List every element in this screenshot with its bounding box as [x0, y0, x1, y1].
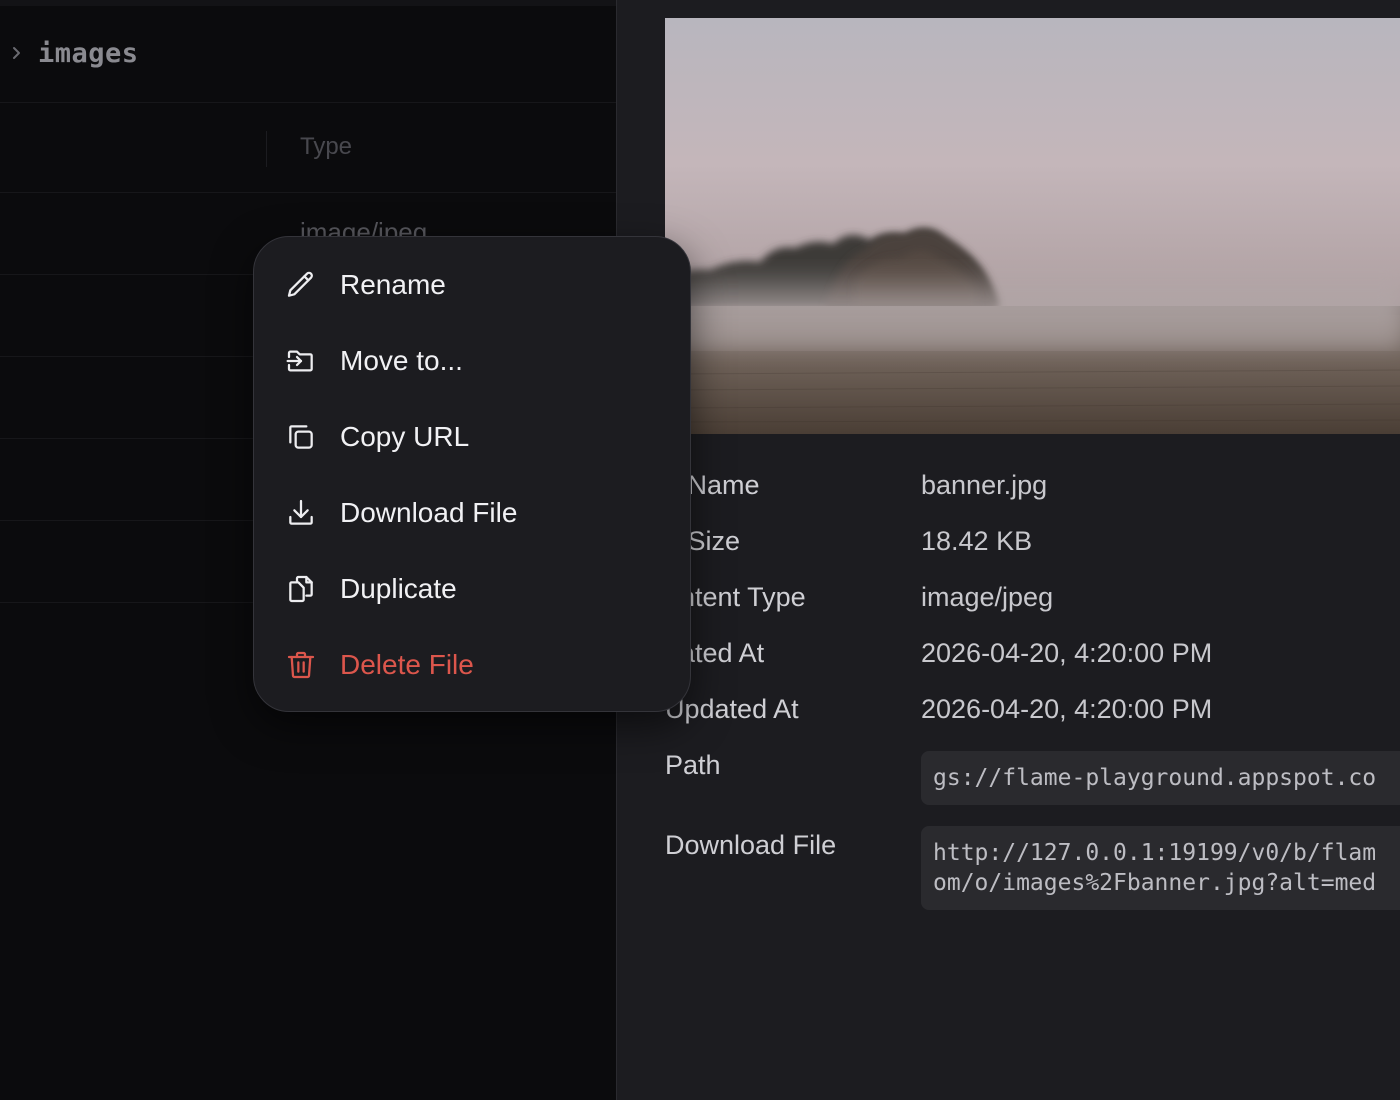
field-label-path: Path [665, 750, 721, 780]
menu-label-rename: Rename [340, 269, 446, 300]
trash-icon [284, 648, 318, 682]
menu-label-download-file: Download File [340, 497, 518, 528]
table-header: Type [0, 103, 616, 193]
field-value-file-name: banner.jpg [921, 470, 1048, 500]
field-label-download-file: Download File [665, 830, 837, 860]
path-value[interactable]: gs://flame-playground.appspot.co [933, 765, 1376, 791]
download-url-line-2[interactable]: om/o/images%2Fbanner.jpg?alt=med [933, 870, 1376, 896]
menu-label-delete-file: Delete File [340, 649, 474, 680]
file-details-panel: e Name banner.jpg e Size 18.42 KB ontent… [616, 0, 1400, 1100]
duplicate-icon [284, 572, 318, 606]
menu-item-move-to[interactable]: Move to... [254, 323, 690, 399]
menu-item-copy-url[interactable]: Copy URL [254, 399, 690, 475]
menu-item-delete-file[interactable]: Delete File [254, 627, 690, 703]
download-url-box[interactable]: http://127.0.0.1:19199/v0/b/flam om/o/im… [921, 826, 1400, 910]
menu-item-download-file[interactable]: Download File [254, 475, 690, 551]
field-value-created-at: 2026-04-20, 4:20:00 PM [921, 638, 1213, 668]
chevron-right-icon[interactable] [10, 43, 24, 63]
menu-item-rename[interactable]: Rename [254, 247, 690, 323]
menu-label-move-to: Move to... [340, 345, 463, 376]
field-value-file-size: 18.42 KB [921, 526, 1033, 556]
path-value-box[interactable]: gs://flame-playground.appspot.co [921, 751, 1400, 805]
breadcrumb[interactable]: images [0, 6, 616, 103]
field-value-updated-at: 2026-04-20, 4:20:00 PM [921, 694, 1213, 724]
pencil-icon [284, 268, 318, 302]
column-header-type[interactable]: Type [300, 133, 352, 161]
folder-move-icon [284, 344, 318, 378]
download-url-line-1[interactable]: http://127.0.0.1:19199/v0/b/flam [933, 840, 1376, 866]
copy-icon [284, 420, 318, 454]
image-preview [665, 18, 1400, 434]
context-menu: Rename Move to... Copy URL Download File… [253, 236, 691, 712]
menu-label-duplicate: Duplicate [340, 573, 457, 604]
breadcrumb-folder-name[interactable]: images [38, 38, 139, 69]
column-divider[interactable] [266, 131, 267, 167]
download-icon [284, 496, 318, 530]
menu-label-copy-url: Copy URL [340, 421, 470, 452]
field-value-content-type: image/jpeg [921, 582, 1054, 612]
menu-item-duplicate[interactable]: Duplicate [254, 551, 690, 627]
